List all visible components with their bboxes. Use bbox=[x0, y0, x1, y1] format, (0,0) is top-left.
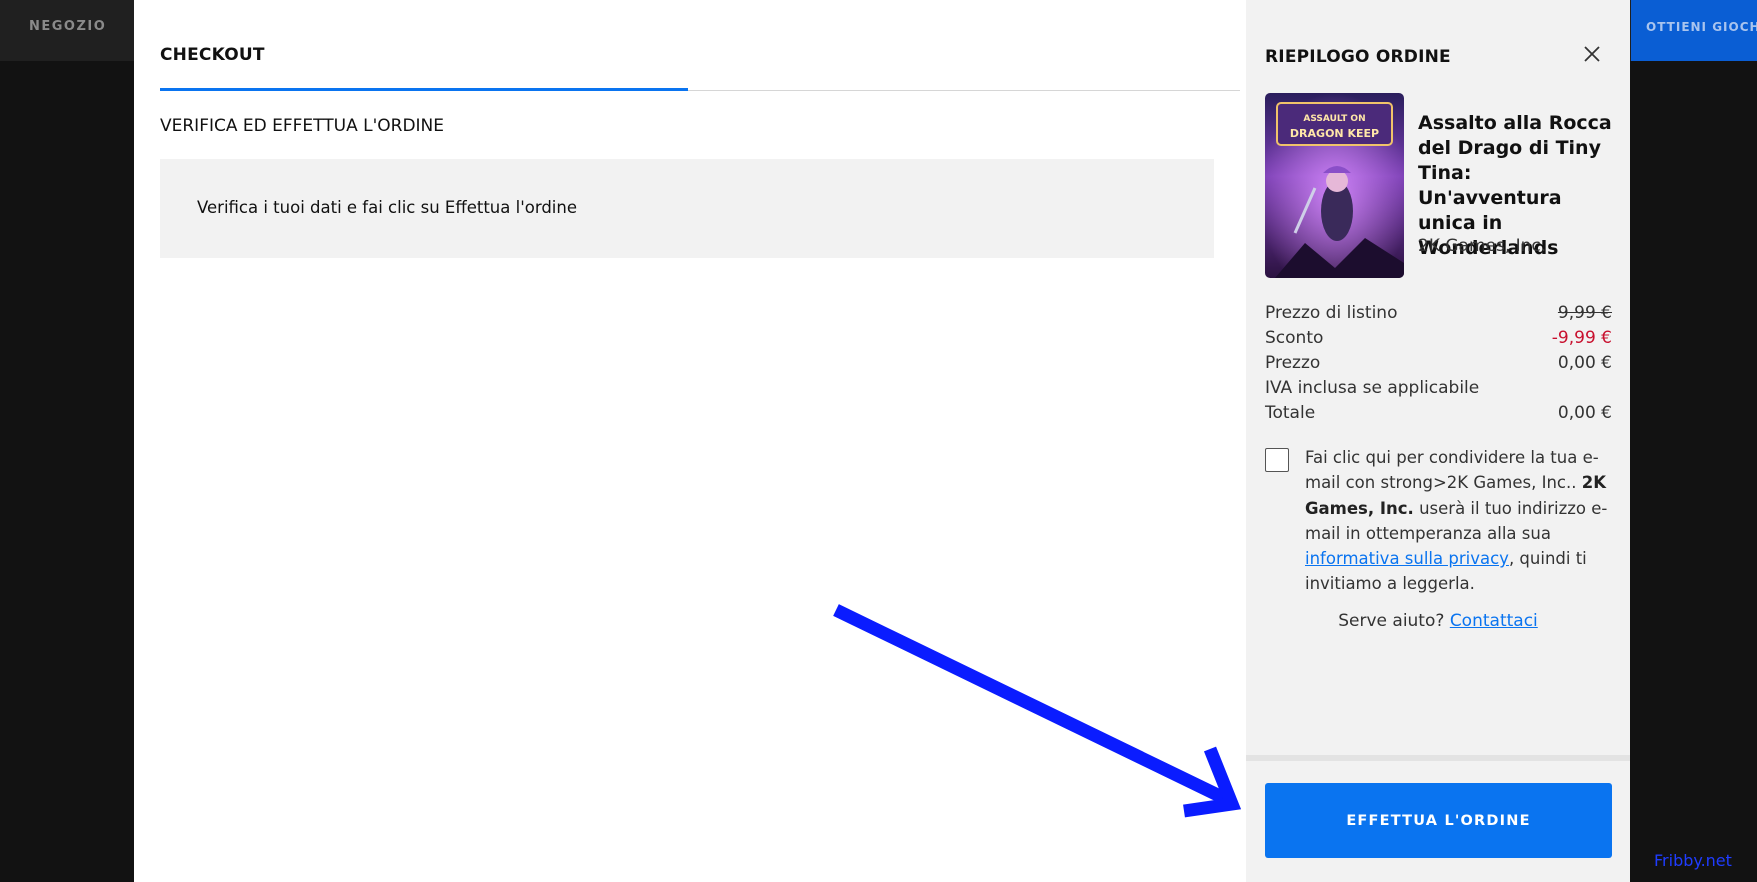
annotation-arrow-icon bbox=[833, 604, 1242, 818]
watermark: Fribby.net bbox=[1654, 851, 1732, 870]
